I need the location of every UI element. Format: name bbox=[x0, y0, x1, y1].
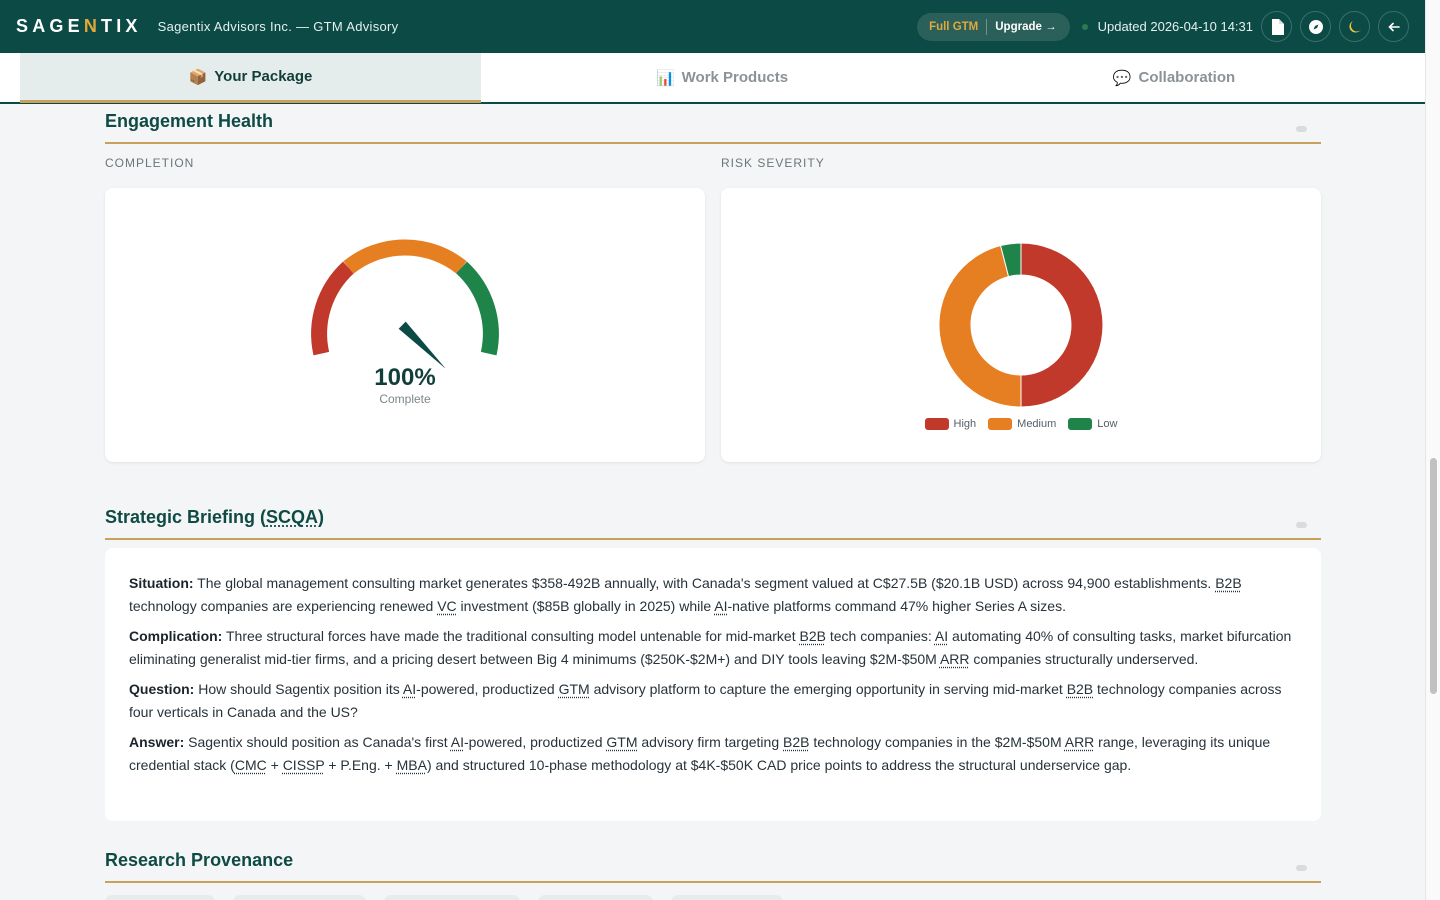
section-divider bbox=[105, 538, 1321, 540]
upgrade-button[interactable]: Upgrade → bbox=[995, 21, 1064, 33]
tier-badge: Full GTM bbox=[929, 20, 979, 33]
tab-your-package[interactable]: 📦 Your Package bbox=[20, 53, 481, 103]
risk-legend: High Medium Low bbox=[721, 418, 1321, 430]
dark-mode-button[interactable] bbox=[1339, 11, 1370, 42]
page-scrollbar[interactable] bbox=[1425, 0, 1440, 900]
completion-card: 100% Complete bbox=[105, 188, 705, 462]
completion-gauge bbox=[311, 239, 499, 368]
top-bar: SAGE N TIX Sagentix Advisors Inc. — GTM Ad… bbox=[0, 0, 1425, 53]
answer-paragraph: Answer: Sagentix should position as Cana… bbox=[129, 734, 1271, 773]
briefing-card: Situation: The global management consult… bbox=[105, 548, 1321, 821]
completion-label: COMPLETION bbox=[105, 156, 195, 170]
section-title-briefing: Strategic Briefing (SCQA) bbox=[105, 507, 325, 527]
donut-slice-high[interactable] bbox=[1020, 242, 1104, 408]
risk-donut-chart bbox=[938, 242, 1104, 408]
status-dot bbox=[1081, 23, 1088, 30]
legend-swatch-low bbox=[1068, 418, 1093, 430]
pill-divider bbox=[986, 18, 988, 35]
collapse-toggle[interactable] bbox=[1296, 126, 1307, 132]
abbr-scqa[interactable]: SCQA bbox=[266, 507, 318, 527]
complication-paragraph: Complication: Three structural forces ha… bbox=[129, 628, 1292, 667]
moon-icon bbox=[1348, 20, 1361, 33]
client-subtitle: Sagentix Advisors Inc. — GTM Advisory bbox=[157, 19, 399, 34]
compass-button[interactable] bbox=[1300, 11, 1331, 42]
compass-icon bbox=[1308, 19, 1323, 34]
package-icon: 📦 bbox=[188, 68, 208, 86]
tab-collaboration[interactable]: 💬 Collaboration bbox=[963, 53, 1385, 102]
back-button[interactable] bbox=[1378, 11, 1409, 42]
bar-chart-icon: 📊 bbox=[655, 69, 675, 87]
legend-item-low[interactable]: Low bbox=[1068, 418, 1117, 430]
speech-bubble-icon: 💬 bbox=[1112, 69, 1132, 87]
tab-work-products[interactable]: 📊 Work Products bbox=[481, 53, 963, 102]
brand-logo[interactable]: SAGE N TIX bbox=[16, 16, 142, 37]
scrollbar-thumb[interactable] bbox=[1430, 458, 1437, 694]
provenance-chip[interactable] bbox=[233, 895, 366, 900]
legend-item-high[interactable]: High bbox=[924, 418, 976, 430]
plan-pill: Full GTM Upgrade → bbox=[917, 12, 1070, 41]
back-arrow-icon bbox=[1387, 22, 1400, 31]
completion-value: 100% bbox=[374, 364, 436, 391]
gauge-arc-orange bbox=[343, 239, 467, 274]
gauge-arc-red bbox=[311, 261, 354, 356]
provenance-chip[interactable] bbox=[105, 895, 215, 900]
provenance-chip[interactable] bbox=[538, 895, 653, 900]
gauge-arc-green bbox=[456, 261, 499, 356]
gauge-needle bbox=[398, 321, 446, 368]
document-icon bbox=[1271, 18, 1284, 35]
situation-paragraph: Situation: The global management consult… bbox=[129, 575, 1242, 614]
export-document-button[interactable] bbox=[1261, 11, 1292, 42]
risk-label: RISK SEVERITY bbox=[721, 156, 825, 170]
legend-swatch-medium bbox=[988, 418, 1013, 430]
collapse-toggle[interactable] bbox=[1296, 522, 1307, 528]
updated-timestamp: Updated 2026-04-10 14:31 bbox=[1097, 19, 1253, 34]
section-title-provenance: Research Provenance bbox=[105, 850, 294, 870]
legend-item-medium[interactable]: Medium bbox=[988, 418, 1056, 430]
provenance-chips bbox=[105, 895, 801, 900]
collapse-toggle[interactable] bbox=[1296, 865, 1307, 871]
risk-card: High Medium Low bbox=[721, 188, 1321, 462]
section-title-engagement: Engagement Health bbox=[105, 111, 274, 131]
provenance-chip[interactable] bbox=[384, 895, 520, 900]
completion-sublabel: Complete bbox=[379, 392, 431, 406]
legend-swatch-high bbox=[924, 418, 949, 430]
tab-bar: 📦 Your Package 📊 Work Products 💬 Collabo… bbox=[0, 53, 1425, 104]
question-paragraph: Question: How should Sagentix position i… bbox=[129, 681, 1282, 720]
section-divider bbox=[105, 881, 1321, 883]
provenance-chip[interactable] bbox=[671, 895, 783, 900]
section-divider bbox=[105, 142, 1321, 144]
